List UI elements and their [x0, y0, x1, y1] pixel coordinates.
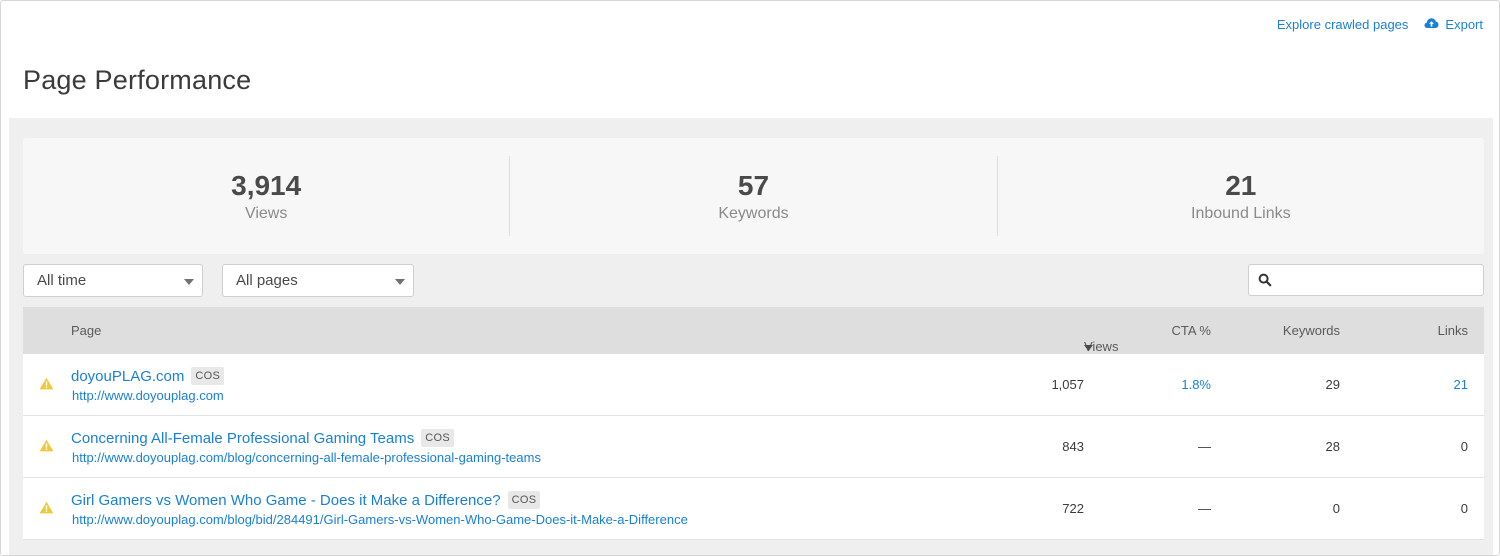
views-value: 722 [1062, 501, 1084, 516]
page-url-link[interactable]: http://www.doyouplag.com/blog/concerning… [72, 450, 541, 465]
views-value: 1,057 [1051, 377, 1084, 392]
keywords-value: 0 [1332, 501, 1340, 516]
column-header-cta[interactable]: CTA % [1172, 323, 1212, 338]
chevron-down-icon [395, 279, 405, 285]
stat-inbound-links-value: 21 [1225, 170, 1257, 201]
time-range-select[interactable]: All time [23, 264, 203, 297]
row-title-line: doyouPLAG.com COS [71, 367, 225, 385]
cos-badge: COS [421, 429, 454, 447]
column-header-keywords[interactable]: Keywords [1283, 323, 1340, 338]
table-header: Page Views CTA % Keywords Links [23, 307, 1484, 354]
links-value: 0 [1460, 439, 1468, 454]
search-input[interactable] [1277, 267, 1477, 293]
cos-badge: COS [191, 367, 225, 385]
keywords-value: 29 [1325, 377, 1340, 392]
page-title-link[interactable]: Concerning All-Female Professional Gamin… [71, 430, 414, 447]
top-actions: Explore crawled pages Export [1277, 17, 1483, 32]
links-value: 0 [1460, 501, 1468, 516]
time-range-value: All time [37, 272, 87, 289]
cloud-upload-icon [1424, 17, 1439, 32]
views-value: 843 [1062, 439, 1084, 454]
links-value[interactable]: 21 [1454, 377, 1468, 392]
page-title-link[interactable]: doyouPLAG.com [71, 368, 184, 385]
stat-keywords-label: Keywords [718, 205, 789, 222]
cta-value: — [1198, 439, 1211, 454]
warning-icon[interactable] [39, 501, 54, 519]
stat-views-value: 3,914 [231, 170, 302, 201]
page-type-value: All pages [236, 272, 298, 289]
row-title-line: Concerning All-Female Professional Gamin… [71, 429, 454, 447]
cta-value: — [1198, 501, 1211, 516]
stat-views-label: Views [244, 205, 288, 222]
row-title-line: Girl Gamers vs Women Who Game - Does it … [71, 491, 541, 509]
search-icon [1258, 273, 1272, 292]
table-row: Girl Gamers vs Women Who Game - Does it … [23, 478, 1484, 540]
page-title-link[interactable]: Girl Gamers vs Women Who Game - Does it … [71, 492, 501, 509]
table-row: Concerning All-Female Professional Gamin… [23, 416, 1484, 478]
search-box [1248, 264, 1484, 296]
column-header-page[interactable]: Page [71, 323, 101, 338]
page-performance-table: Page Views CTA % Keywords Links doyouPLA [23, 307, 1484, 540]
page-type-select[interactable]: All pages [222, 264, 414, 297]
export-label: Export [1445, 17, 1483, 32]
stat-inbound-links-label: Inbound Links [1191, 205, 1291, 222]
keywords-value: 28 [1325, 439, 1340, 454]
explore-crawled-pages-label: Explore crawled pages [1276, 17, 1409, 32]
cos-badge: COS [507, 491, 541, 509]
stat-inbound-links: 21 Inbound Links [998, 156, 1484, 236]
warning-icon[interactable] [39, 439, 54, 457]
export-button[interactable]: Export [1424, 17, 1483, 32]
cta-value[interactable]: 1.8% [1181, 377, 1211, 392]
summary-stats: 3,914 Views 57 Keywords 21 Inbound Links [23, 138, 1484, 254]
stat-keywords: 57 Keywords [510, 156, 998, 236]
page-url-link[interactable]: http://www.doyouplag.com [72, 388, 224, 403]
page-title: Page Performance [23, 65, 252, 95]
explore-crawled-pages-link[interactable]: Explore crawled pages [1277, 17, 1409, 32]
stat-views: 3,914 Views [23, 156, 511, 236]
page-frame: Explore crawled pages Export Page Perfor… [0, 0, 1500, 556]
warning-icon[interactable] [39, 377, 54, 395]
stat-keywords-value: 57 [737, 170, 770, 201]
sort-down-icon [1084, 339, 1093, 354]
table-row: doyouPLAG.com COS http://www.doyouplag.c… [23, 354, 1484, 416]
page-url-link[interactable]: http://www.doyouplag.com/blog/bid/284491… [72, 512, 688, 527]
chevron-down-icon [184, 279, 194, 285]
column-header-links[interactable]: Links [1438, 323, 1468, 338]
